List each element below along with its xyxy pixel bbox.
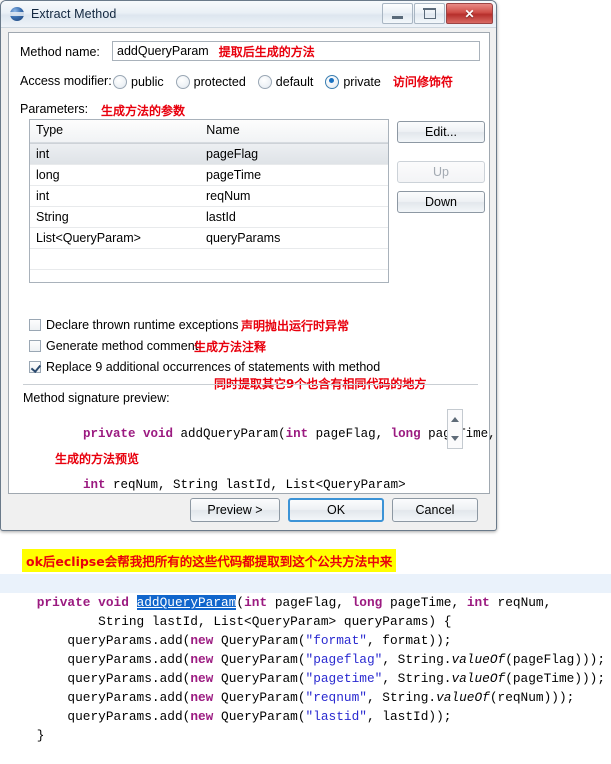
table-row[interactable]: String lastId bbox=[30, 207, 388, 228]
ok-button[interactable]: OK bbox=[288, 498, 384, 522]
table-row[interactable]: List<QueryParam> queryParams bbox=[30, 228, 388, 249]
cell-type: String bbox=[36, 210, 69, 224]
minimize-icon bbox=[392, 15, 403, 19]
cell-type: int bbox=[36, 189, 50, 203]
checkbox-checked-icon bbox=[29, 361, 41, 373]
window-controls: ✕ bbox=[381, 3, 493, 24]
table-header-row: Type Name bbox=[30, 120, 388, 143]
cell-name: reqNum bbox=[206, 189, 251, 203]
table-row[interactable] bbox=[30, 270, 388, 282]
down-button[interactable]: Down bbox=[397, 191, 485, 213]
cell-type: int bbox=[36, 147, 50, 161]
code-text: } bbox=[36, 728, 45, 743]
parameters-annotation: 生成方法的参数 bbox=[101, 104, 186, 118]
code-text: reqNum, String lastId, List<QueryParam> bbox=[113, 478, 406, 492]
code-text: QueryParam( bbox=[221, 709, 306, 724]
window-title: Extract Method bbox=[31, 7, 117, 21]
bottom-annotation: ok后eclipse会帮我把所有的这些代码都提取到这个公共方法中来 bbox=[22, 549, 397, 572]
method-signature-preview-label: Method signature preview: bbox=[23, 391, 170, 405]
up-button[interactable]: Up bbox=[397, 161, 485, 183]
close-button[interactable]: ✕ bbox=[446, 3, 493, 24]
dialog-footer: Preview > OK Cancel bbox=[8, 498, 490, 526]
scroll-down-icon[interactable] bbox=[451, 436, 459, 441]
cell-name: queryParams bbox=[206, 231, 281, 245]
preview-button[interactable]: Preview > bbox=[190, 498, 280, 522]
radio-label: public bbox=[131, 74, 164, 89]
radio-label: protected bbox=[193, 74, 246, 89]
checkbox-replace-occurrences[interactable]: Replace 9 additional occurrences of stat… bbox=[29, 360, 380, 374]
cell-name: pageTime bbox=[206, 168, 262, 182]
code-text: , lastId)); bbox=[366, 709, 452, 724]
table-row[interactable]: int pageFlag bbox=[30, 143, 388, 165]
radio-circle-icon bbox=[257, 74, 272, 89]
code-keyword: int bbox=[466, 595, 498, 610]
java-sphere-icon bbox=[10, 7, 24, 21]
code-keyword: int bbox=[285, 427, 316, 441]
column-header-name: Name bbox=[206, 123, 240, 137]
dialog-content: Method name: addQueryParam 提取后生成的方法 Acce… bbox=[8, 32, 496, 494]
radio-circle-icon bbox=[175, 74, 190, 89]
code-editor[interactable]: private void addQueryParam(int pageFlag,… bbox=[0, 574, 611, 743]
checkbox-1-annotation: 声明抛出运行时异常 bbox=[241, 319, 350, 333]
checkbox-declare-thrown-exceptions[interactable]: Declare thrown runtime exceptions bbox=[29, 318, 238, 332]
radio-circle-icon bbox=[113, 74, 127, 89]
radio-protected[interactable]: protected bbox=[175, 74, 246, 89]
code-keyword: new bbox=[190, 709, 222, 724]
maximize-icon bbox=[423, 7, 436, 19]
cell-type: List<QueryParam> bbox=[36, 231, 141, 245]
extract-method-dialog: Extract Method ✕ Method name: addQueryPa… bbox=[0, 0, 497, 531]
checkbox-box-icon bbox=[29, 340, 41, 352]
radio-private[interactable]: private bbox=[325, 74, 381, 89]
code-line: } bbox=[6, 707, 45, 764]
radio-label: default bbox=[275, 74, 314, 89]
checkbox-label: Generate method comment bbox=[46, 339, 199, 353]
checkbox-2-annotation: 生成方法注释 bbox=[194, 340, 267, 354]
code-line: queryParams.add(new QueryParam("lastid",… bbox=[6, 688, 451, 745]
edit-button[interactable]: Edit... bbox=[397, 121, 485, 143]
checkbox-generate-method-comment[interactable]: Generate method comment bbox=[29, 339, 198, 353]
table-row[interactable]: long pageTime bbox=[30, 165, 388, 186]
method-name-value: addQueryParam bbox=[117, 44, 209, 58]
cell-name: lastId bbox=[206, 210, 236, 224]
method-name-label: Method name: bbox=[20, 45, 100, 59]
minimize-button[interactable] bbox=[382, 3, 413, 24]
access-modifier-radio-group: public protected default private 访问修饰符 bbox=[113, 73, 453, 90]
method-name-annotation: 提取后生成的方法 bbox=[218, 44, 315, 59]
code-text: addQueryParam( bbox=[180, 427, 286, 441]
parameters-label: Parameters: bbox=[20, 102, 89, 116]
code-keyword: int bbox=[83, 478, 114, 492]
cancel-button[interactable]: Cancel bbox=[392, 498, 478, 522]
access-modifier-annotation: 访问修饰符 bbox=[392, 75, 453, 89]
preview-annotation: 生成的方法预览 bbox=[55, 452, 140, 466]
radio-circle-selected-icon bbox=[325, 74, 340, 89]
maximize-button[interactable] bbox=[414, 3, 445, 24]
code-text: queryParams.add( bbox=[36, 709, 191, 724]
code-text: reqNum, bbox=[497, 595, 552, 610]
code-string: "lastid" bbox=[305, 709, 367, 724]
checkbox-label: Declare thrown runtime exceptions bbox=[46, 318, 239, 332]
table-row[interactable] bbox=[30, 249, 388, 270]
cell-name: pageFlag bbox=[206, 147, 259, 161]
checkbox-label: Replace 9 additional occurrences of stat… bbox=[46, 360, 381, 374]
checkbox-box-icon bbox=[29, 319, 41, 331]
preview-scrollbar[interactable] bbox=[447, 409, 463, 449]
radio-label: private bbox=[343, 74, 381, 89]
radio-public[interactable]: public bbox=[113, 74, 164, 89]
title-bar[interactable]: Extract Method ✕ bbox=[1, 1, 496, 28]
method-name-input[interactable]: addQueryParam 提取后生成的方法 bbox=[112, 41, 480, 61]
radio-default[interactable]: default bbox=[257, 74, 314, 89]
scroll-up-icon[interactable] bbox=[451, 417, 459, 422]
code-text: (reqNum))); bbox=[489, 690, 575, 705]
column-header-type: Type bbox=[36, 123, 64, 137]
table-row[interactable]: int reqNum bbox=[30, 186, 388, 207]
code-keyword: long bbox=[390, 427, 429, 441]
code-text: pageFlag, bbox=[315, 427, 391, 441]
access-modifier-label: Access modifier: bbox=[20, 74, 112, 88]
separator bbox=[23, 384, 478, 385]
parameters-table[interactable]: Type Name int pageFlag long pageTime int… bbox=[29, 119, 389, 283]
cell-type: long bbox=[36, 168, 60, 182]
code-keyword: private void bbox=[83, 427, 181, 441]
